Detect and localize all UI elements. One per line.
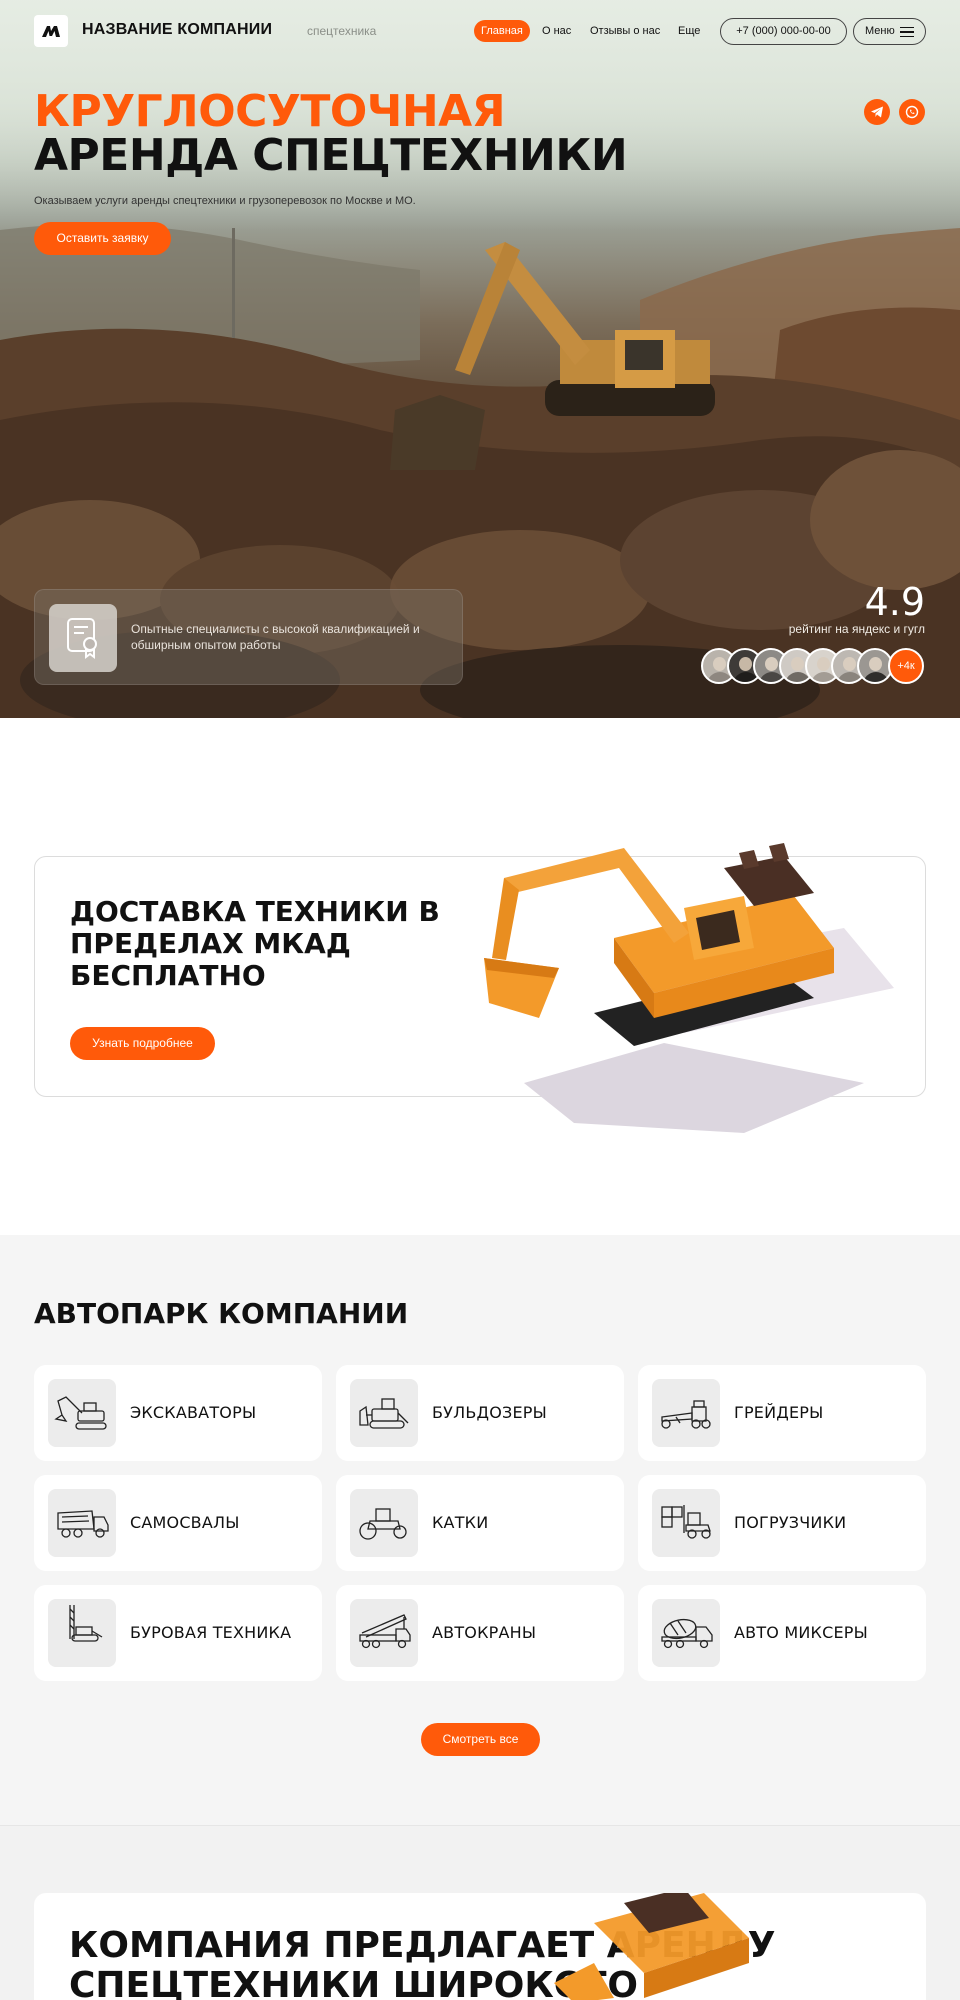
hero-section: НАЗВАНИЕ КОМПАНИИ спецтехника Главная О … — [0, 0, 960, 718]
nav-link-home[interactable]: Главная — [474, 20, 530, 42]
nav-link-about[interactable]: О нас — [535, 20, 578, 42]
whatsapp-link[interactable] — [899, 99, 925, 125]
hero-title-line1: КРУГЛОСУТОЧНАЯ — [34, 86, 506, 137]
fleet-card-label: САМОСВАЛЫ — [130, 1513, 240, 1532]
brand-name[interactable]: НАЗВАНИЕ КОМПАНИИ — [82, 21, 272, 39]
telegram-link[interactable] — [864, 99, 890, 125]
fleet-title: АВТОПАРК КОМПАНИИ — [34, 1297, 409, 1330]
hero-subtitle: Оказываем услуги аренды спецтехники и гр… — [34, 195, 416, 207]
loader-icon — [652, 1489, 720, 1557]
fleet-card-label: АВТО МИКСЕРЫ — [734, 1623, 868, 1642]
fleet-card-loaders[interactable]: ПОГРУЗЧИКИ — [638, 1475, 926, 1571]
fleet-card-drilling-rigs[interactable]: БУРОВАЯ ТЕХНИКА — [34, 1585, 322, 1681]
top-navigation: НАЗВАНИЕ КОМПАНИИ спецтехника Главная О … — [34, 15, 926, 47]
isometric-machinery-illustration — [554, 1893, 749, 2000]
fleet-card-graders[interactable]: ГРЕЙДЕРЫ — [638, 1365, 926, 1461]
fleet-card-label: ЭКСКАВАТОРЫ — [130, 1403, 257, 1422]
excavator-icon — [48, 1379, 116, 1447]
hamburger-icon — [900, 27, 914, 37]
rating-label: рейтинг на яндекс и гугл — [788, 622, 925, 636]
nav-link-more[interactable]: Еще — [671, 20, 707, 42]
brand-tagline: спецтехника — [307, 24, 377, 38]
learn-more-button[interactable]: Узнать подробнее — [70, 1027, 215, 1060]
concrete-mixer-icon — [652, 1599, 720, 1667]
fleet-card-bulldozers[interactable]: БУЛЬДОЗЕРЫ — [336, 1365, 624, 1461]
offer-card: КОМПАНИЯ ПРЕДЛАГАЕТ АРЕНДУ СПЕЦТЕХНИКИ Ш… — [34, 1893, 926, 2000]
company-logo[interactable] — [34, 15, 68, 47]
specialists-feature-card: Опытные специалисты с высокой квалификац… — [34, 589, 463, 685]
fleet-card-dump-trucks[interactable]: САМОСВАЛЫ — [34, 1475, 322, 1571]
fleet-card-label: ПОГРУЗЧИКИ — [734, 1513, 847, 1532]
fleet-card-excavators[interactable]: ЭКСКАВАТОРЫ — [34, 1365, 322, 1461]
fleet-card-label: БУРОВАЯ ТЕХНИКА — [130, 1623, 292, 1642]
drilling-rig-icon — [48, 1599, 116, 1667]
hero-title-line2: АРЕНДА СПЕЦТЕХНИКИ — [34, 130, 628, 181]
rating-value: 4.9 — [864, 580, 925, 624]
fleet-card-truck-cranes[interactable]: АВТОКРАНЫ — [336, 1585, 624, 1681]
specialists-feature-text: Опытные специалисты с высокой квалификац… — [131, 622, 420, 652]
view-all-button[interactable]: Смотреть все — [421, 1723, 540, 1756]
certificate-icon — [49, 604, 117, 672]
road-roller-icon — [350, 1489, 418, 1557]
reviewer-avatars[interactable]: +4к — [701, 648, 926, 684]
menu-button[interactable]: Меню — [853, 18, 926, 45]
fleet-card-label: АВТОКРАНЫ — [432, 1623, 537, 1642]
more-reviewers-badge: +4к — [888, 648, 924, 684]
phone-button[interactable]: +7 (000) 000-00-00 — [720, 18, 847, 45]
truck-crane-icon — [350, 1599, 418, 1667]
isometric-excavator-illustration — [484, 843, 894, 1133]
leave-request-button[interactable]: Оставить заявку — [34, 222, 171, 255]
telegram-icon — [871, 106, 883, 118]
fleet-card-label: КАТКИ — [432, 1513, 489, 1532]
fleet-card-road-rollers[interactable]: КАТКИ — [336, 1475, 624, 1571]
fleet-card-label: ГРЕЙДЕРЫ — [734, 1403, 824, 1422]
fleet-card-label: БУЛЬДОЗЕРЫ — [432, 1403, 547, 1422]
menu-button-label: Меню — [865, 25, 895, 37]
grader-icon — [652, 1379, 720, 1447]
nav-link-reviews[interactable]: Отзывы о нас — [583, 20, 667, 42]
delivery-title: ДОСТАВКА ТЕХНИКИ В ПРЕДЕЛАХ МКАД БЕСПЛАТ… — [70, 895, 440, 992]
dump-truck-icon — [48, 1489, 116, 1557]
hero-title: КРУГЛОСУТОЧНАЯ АРЕНДА СПЕЦТЕХНИКИ — [34, 86, 628, 181]
bulldozer-icon — [350, 1379, 418, 1447]
fleet-card-concrete-mixers[interactable]: АВТО МИКСЕРЫ — [638, 1585, 926, 1681]
whatsapp-icon — [905, 105, 919, 119]
